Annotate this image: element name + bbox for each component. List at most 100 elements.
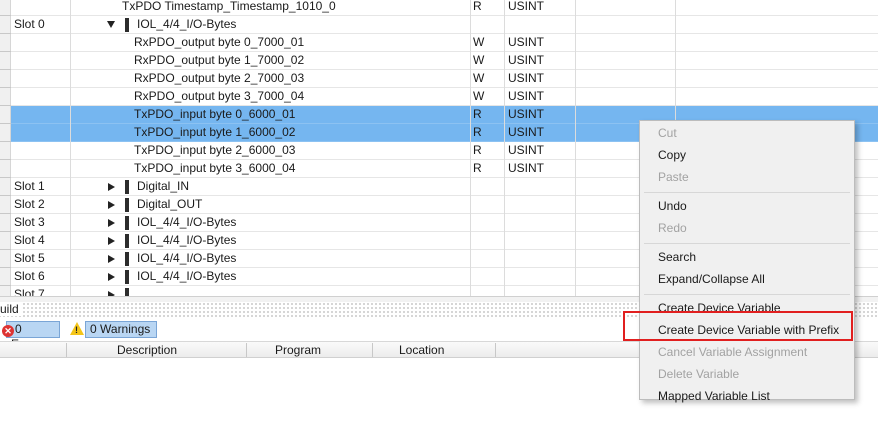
slot-label [14,142,70,160]
module-name: IOL_4/4_I/O-Bytes [137,251,237,265]
data-type-cell [508,196,568,214]
header-separator[interactable] [495,343,496,357]
rw-cell [473,250,503,268]
data-type-cell [508,232,568,250]
slot-label: Slot 5 [14,251,45,265]
rw-cell [473,214,503,232]
data-type-cell [508,178,568,196]
slot-label [14,52,70,70]
slot-label: Slot 6 [14,269,45,283]
column-divider [470,0,471,296]
menu-item-copy[interactable]: Copy [658,145,686,165]
slot-label [14,34,70,52]
data-type-cell: USINT [508,161,544,175]
collapse-arrow-icon[interactable] [107,21,115,28]
module-icon [125,270,129,284]
data-type-cell: USINT [508,89,544,103]
module-icon [125,18,129,32]
gutter-tick [0,15,11,16]
column-header-description[interactable]: Description [117,343,177,358]
gutter-tick [0,267,11,268]
module-icon [125,252,129,266]
module-name: Digital_OUT [137,197,203,211]
gutter-tick [0,177,11,178]
module-icon [125,288,129,296]
slot-label [14,124,70,142]
rw-cell: R [473,143,482,157]
slot-label: Slot 0 [14,17,45,31]
rw-cell [473,232,503,250]
header-separator[interactable] [372,343,373,357]
gutter-tick [0,51,11,52]
column-header-location[interactable]: Location [399,343,444,358]
menu-item-expand-collapse-all[interactable]: Expand/Collapse All [658,269,765,289]
variable-row[interactable]: RxPDO_output byte 2_7000_03 W USINT [0,70,878,88]
highlight-outline [623,311,853,341]
rw-cell: R [473,161,482,175]
errors-filter-button[interactable]: ✕ 0 Errors [2,321,60,351]
module-row[interactable]: Slot 0 IOL_4/4_I/O-Bytes [0,16,878,34]
rw-cell [473,178,503,196]
expand-arrow-icon[interactable] [108,183,115,191]
variable-name: TxPDO_input byte 0_6000_01 [134,107,296,121]
header-separator[interactable] [66,343,67,357]
slot-label [14,106,70,124]
data-type-cell: USINT [508,125,544,139]
variable-row[interactable]: RxPDO_output byte 1_7000_02 W USINT [0,52,878,70]
menu-separator [644,192,850,193]
rw-cell: R [473,107,482,121]
data-type-cell [508,286,568,296]
expand-arrow-icon[interactable] [108,255,115,263]
variable-name: RxPDO_output byte 0_7000_01 [134,35,305,49]
gutter-tick [0,105,11,106]
warnings-filter-button[interactable]: 0 Warnings [85,321,157,338]
rw-cell [473,16,503,34]
header-separator[interactable] [246,343,247,357]
slot-label [14,0,70,16]
menu-separator [644,243,850,244]
expand-arrow-icon[interactable] [108,219,115,227]
rw-cell [473,196,503,214]
slot-label [14,70,70,88]
gutter-tick [0,285,11,286]
slot-label [14,88,70,106]
menu-item-delete-variable: Delete Variable [658,367,740,381]
warnings-label: 0 Warnings [90,322,151,336]
variable-row[interactable]: TxPDO Timestamp_Timestamp_1010_0 R USINT [0,0,878,16]
error-icon: ✕ [2,325,14,337]
gutter-tick [0,231,11,232]
rw-cell: R [473,0,482,13]
variable-row[interactable]: RxPDO_output byte 0_7000_01 W USINT [0,34,878,52]
module-name: IOL_4/4_I/O-Bytes [137,269,237,283]
rw-cell [473,268,503,286]
row-gutter [0,0,11,296]
menu-item-search[interactable]: Search [658,247,696,267]
gutter-tick [0,141,11,142]
rw-cell: R [473,125,482,139]
variable-row[interactable]: RxPDO_output byte 3_7000_04 W USINT [0,88,878,106]
expand-arrow-icon[interactable] [108,201,115,209]
data-type-cell: USINT [508,143,544,157]
variable-name: TxPDO_input byte 1_6000_02 [134,125,296,139]
menu-separator [644,294,850,295]
slot-label: Slot 2 [14,197,45,211]
variable-name: RxPDO_output byte 3_7000_04 [134,89,305,103]
column-divider [70,0,71,296]
expand-arrow-icon[interactable] [108,273,115,281]
module-name: IOL_4/4_I/O-Bytes [137,233,237,247]
build-panel-title-text: uild [0,302,22,316]
module-name: IOL_4/4_I/O-Bytes [137,215,237,229]
variable-name: RxPDO_output byte 1_7000_02 [134,53,305,67]
expand-arrow-icon[interactable] [108,237,115,245]
menu-item-undo[interactable]: Undo [658,196,687,216]
data-type-cell [508,16,568,34]
rw-cell: W [473,35,485,49]
column-header-program[interactable]: Program [275,343,321,358]
data-type-cell: USINT [508,107,544,121]
variable-name: RxPDO_output byte 2_7000_03 [134,71,305,85]
gutter-tick [0,33,11,34]
module-icon [125,198,129,212]
rw-cell: W [473,89,485,103]
menu-item-mapped-variable-list[interactable]: Mapped Variable List [658,386,770,406]
data-type-cell [508,214,568,232]
